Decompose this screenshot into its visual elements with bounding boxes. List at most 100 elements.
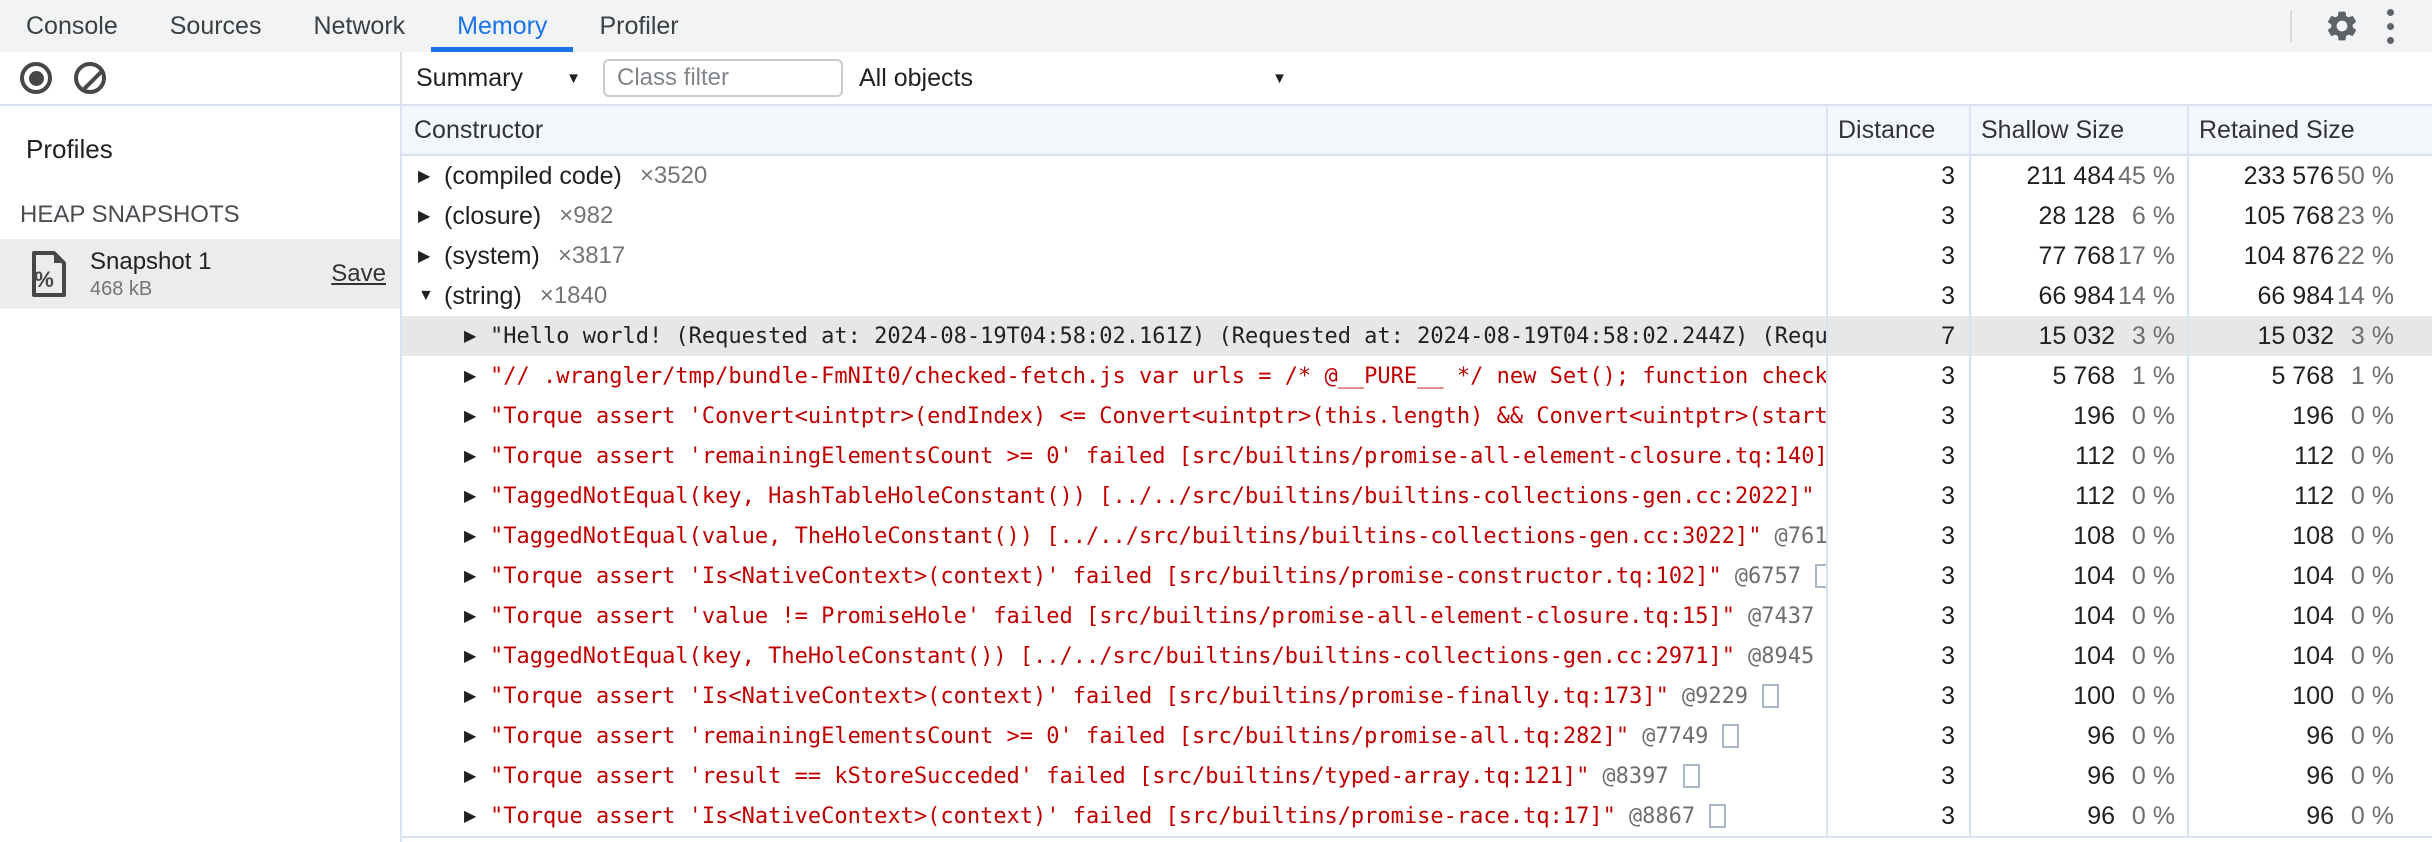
disclosure-triangle-icon[interactable]: ▶ [464, 566, 490, 586]
retained-size-cell: 196 0 % [2187, 396, 2432, 436]
constructor-cell: ▶ "Torque assert 'Is<NativeContext>(cont… [402, 796, 1826, 836]
disclosure-triangle-icon[interactable]: ▶ [418, 246, 444, 266]
tab-network[interactable]: Network [287, 0, 431, 52]
tab-profiler[interactable]: Profiler [573, 0, 704, 52]
tab-console[interactable]: Console [0, 0, 144, 52]
distance-cell: 3 [1826, 156, 1969, 196]
disclosure-triangle-icon[interactable]: ▼ [418, 287, 444, 305]
tab-sources[interactable]: Sources [144, 0, 288, 52]
heap-snapshots-section-label: HEAP SNAPSHOTS [20, 201, 240, 228]
disclosure-triangle-icon[interactable]: ▶ [464, 646, 490, 666]
disclosure-triangle-icon[interactable]: ▶ [464, 526, 490, 546]
retained-size-value: 196 [2292, 401, 2334, 430]
disclosure-triangle-icon[interactable]: ▶ [464, 366, 490, 386]
column-header-constructor[interactable]: Constructor [402, 106, 1826, 154]
record-heap-snapshot-icon[interactable] [20, 62, 52, 94]
distance-cell: 3 [1826, 476, 1969, 516]
constructor-cell: ▶ "Torque assert 'remainingElementsCount… [402, 716, 1826, 756]
class-filter-input[interactable] [603, 59, 843, 97]
table-row[interactable]: ▶ "Hello world! (Requested at: 2024-08-1… [402, 316, 2432, 356]
constructor-cell: ▶ "// .wrangler/tmp/bundle-FmNIt0/checke… [402, 356, 1826, 396]
tab-memory[interactable]: Memory [431, 0, 574, 52]
disclosure-triangle-icon[interactable]: ▶ [418, 206, 444, 226]
snapshot-size: 468 kB [90, 277, 153, 300]
table-row[interactable]: ▶ (system) ×3817 3 77 768 17 % 104 876 2… [402, 236, 2432, 276]
table-row[interactable]: ▼ (string) ×1840 3 66 984 14 % 66 984 14… [402, 276, 2432, 316]
disclosure-triangle-icon[interactable]: ▶ [464, 486, 490, 506]
shallow-size-percent: 0 % [2131, 641, 2175, 670]
disclosure-triangle-icon[interactable]: ▶ [464, 406, 490, 426]
shallow-size-value: 96 [2087, 721, 2115, 750]
objects-filter-select[interactable]: All objects ▼ [859, 64, 1287, 93]
table-row[interactable]: ▶ "Torque assert 'Is<NativeContext>(cont… [402, 676, 2432, 716]
retained-size-cell: 104 0 % [2187, 556, 2432, 596]
constructor-cell: ▶ "Torque assert 'Convert<uintptr>(endIn… [402, 396, 1826, 436]
shallow-size-percent: 0 % [2131, 521, 2175, 550]
table-row[interactable]: ▶ "TaggedNotEqual(value, TheHoleConstant… [402, 516, 2432, 556]
distance-cell: 3 [1826, 796, 1969, 836]
table-row[interactable]: ▶ "Torque assert 'remainingElementsCount… [402, 716, 2432, 756]
missing-glyph-box [1682, 764, 1700, 788]
shallow-size-value: 77 768 [2038, 241, 2115, 270]
retained-size-cell: 96 0 % [2187, 756, 2432, 796]
column-header-shallow-size[interactable]: Shallow Size [1969, 106, 2187, 154]
retained-size-cell: 104 0 % [2187, 596, 2432, 636]
disclosure-triangle-icon[interactable]: ▶ [464, 766, 490, 786]
shallow-size-percent: 0 % [2131, 721, 2175, 750]
shallow-size-cell: 211 484 45 % [1969, 156, 2187, 196]
disclosure-triangle-icon[interactable]: ▶ [464, 806, 490, 826]
object-id: @8397 [1602, 763, 1669, 789]
shallow-size-cell: 104 0 % [1969, 556, 2187, 596]
table-row[interactable]: ▶ "Torque assert 'value != PromiseHole' … [402, 596, 2432, 636]
table-row[interactable]: ▶ "Torque assert 'Is<NativeContext>(cont… [402, 796, 2432, 836]
heap-snapshot-file-icon: % [32, 251, 66, 297]
object-id: @8867 [1628, 803, 1696, 829]
retained-size-value: 96 [2306, 801, 2334, 830]
shallow-size-percent: 3 % [2131, 321, 2175, 350]
shallow-size-percent: 0 % [2131, 761, 2175, 790]
disclosure-triangle-icon[interactable]: ▶ [464, 726, 490, 746]
constructor-cell: ▶ "TaggedNotEqual(key, HashTableHoleCons… [402, 476, 1826, 516]
instance-count: ×3817 [557, 242, 626, 269]
table-row[interactable]: ▶ "Torque assert 'remainingElementsCount… [402, 436, 2432, 476]
disclosure-triangle-icon[interactable]: ▶ [464, 686, 490, 706]
tab-sources-label: Sources [169, 11, 262, 40]
tab-console-label: Console [26, 11, 118, 40]
shallow-size-percent: 0 % [2131, 401, 2175, 430]
retained-size-value: 96 [2306, 721, 2334, 750]
more-menu-icon[interactable] [2366, 2, 2414, 50]
settings-gear-icon[interactable] [2318, 2, 2366, 50]
shallow-size-value: 211 484 [2026, 161, 2115, 190]
memory-toolbar: Summary ▼ All objects ▼ [0, 52, 2432, 106]
table-row[interactable]: ▶ "TaggedNotEqual(key, TheHoleConstant()… [402, 636, 2432, 676]
retained-size-value: 104 [2292, 641, 2334, 670]
devtools-tabbar: Console Sources Network Memory Profiler [0, 0, 2432, 52]
sidebar-item-snapshot-1[interactable]: % Snapshot 1 468 kB Save [0, 239, 400, 309]
table-row[interactable]: ▶ (closure) ×982 3 28 128 6 % 105 768 23… [402, 196, 2432, 236]
object-id: @7611 [1774, 523, 1826, 549]
table-row[interactable]: ▶ "TaggedNotEqual(key, HashTableHoleCons… [402, 476, 2432, 516]
shallow-size-value: 100 [2073, 681, 2115, 710]
disclosure-triangle-icon[interactable]: ▶ [464, 606, 490, 626]
retained-size-cell: 104 876 22 % [2187, 236, 2432, 276]
disclosure-triangle-icon[interactable]: ▶ [464, 326, 490, 346]
profiles-toolbar [0, 52, 402, 104]
table-row[interactable]: ▶ (compiled code) ×3520 3 211 484 45 % 2… [402, 156, 2432, 196]
string-value: "Torque assert 'Is<NativeContext>(contex… [490, 684, 1780, 709]
shallow-size-cell: 28 128 6 % [1969, 196, 2187, 236]
perspective-select[interactable]: Summary ▼ [416, 64, 581, 93]
table-row[interactable]: ▶ "Torque assert 'result == kStoreSucced… [402, 756, 2432, 796]
retained-size-value: 104 [2292, 561, 2334, 590]
disclosure-triangle-icon[interactable]: ▶ [418, 166, 444, 186]
retained-size-percent: 14 % [2337, 281, 2394, 310]
column-header-retained-size[interactable]: Retained Size [2187, 106, 2432, 154]
column-header-distance[interactable]: Distance [1826, 106, 1969, 154]
table-row[interactable]: ▶ "// .wrangler/tmp/bundle-FmNIt0/checke… [402, 356, 2432, 396]
table-row[interactable]: ▶ "Torque assert 'Is<NativeContext>(cont… [402, 556, 2432, 596]
table-row[interactable]: ▶ "Torque assert 'Convert<uintptr>(endIn… [402, 396, 2432, 436]
save-snapshot-link[interactable]: Save [331, 260, 386, 288]
snapshot-name: Snapshot 1 [90, 247, 212, 275]
clear-profiles-icon[interactable] [74, 62, 106, 94]
disclosure-triangle-icon[interactable]: ▶ [464, 446, 490, 466]
retained-size-value: 5 768 [2271, 361, 2334, 390]
